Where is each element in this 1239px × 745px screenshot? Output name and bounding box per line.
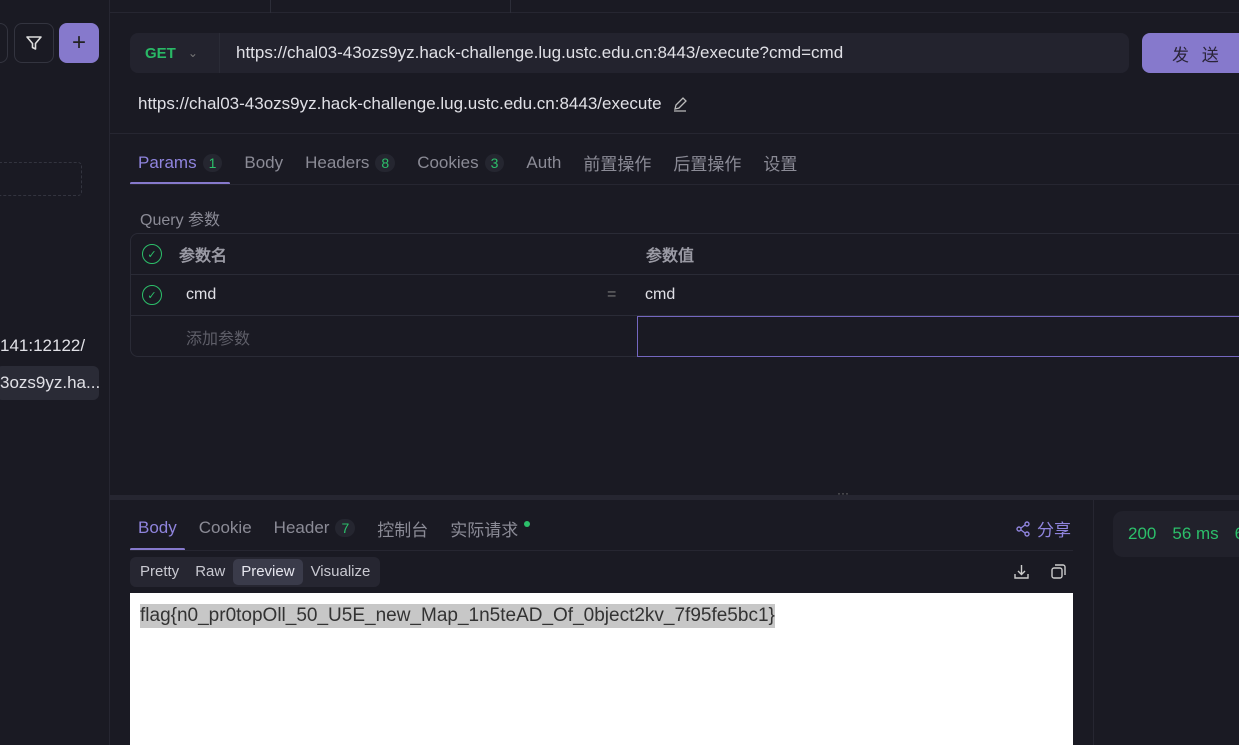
view-pretty[interactable]: Pretty [132,559,187,585]
table-row-new: 添加参数 [131,316,1239,357]
tab-params[interactable]: Params 1 [129,140,231,185]
divider [110,133,1239,134]
check-all-icon[interactable]: ✓ [142,244,162,264]
tab-settings[interactable]: 设置 [763,140,797,185]
tab-label: Cookies [417,152,479,172]
tab-console[interactable]: 控制台 [377,505,428,551]
tab-bar [110,0,1239,13]
sidebar: + 141:12122/ 3ozs9yz.ha... [0,0,110,745]
share-icon [1016,520,1030,537]
send-button[interactable]: 发 送 [1142,33,1239,73]
copy-icon[interactable] [1050,563,1067,580]
status-code: 200 [1128,524,1157,543]
params-table: ✓ 参数名 参数值 ✓ cmd = cmd 添加参数 [130,233,1239,357]
url-bar: GET ⌄ https://chal03-43ozs9yz.hack-challe… [130,33,1129,73]
param-value[interactable]: cmd [645,286,675,304]
drag-dots-icon: ··· [837,486,849,500]
add-param-input[interactable]: 添加参数 [186,325,250,349]
view-raw[interactable]: Raw [187,559,233,585]
request-name: https://chal03-43ozs9yz.hack-challenge.l… [138,94,688,114]
request-name-text: https://chal03-43ozs9yz.hack-challenge.l… [138,94,662,113]
tab-pre-script[interactable]: 前置操作 [583,140,651,185]
response-size: 6 [1235,524,1239,544]
count-badge: 3 [484,153,505,172]
drop-zone [0,162,82,196]
count-badge: 7 [335,519,356,537]
tab-label: Auth [526,152,562,172]
tab-response-body[interactable]: Body [130,505,185,551]
edit-icon[interactable] [672,96,688,112]
tab-label: Cookie [198,518,252,537]
header-value: 参数值 [646,248,695,265]
chevron-down-icon: ⌄ [187,46,198,60]
filter-button[interactable] [14,23,54,63]
sidebar-item[interactable]: 141:12122/ [0,336,85,356]
header-name: 参数名 [179,248,228,265]
count-badge: 1 [202,153,223,172]
tab-post-script[interactable]: 后置操作 [673,140,741,185]
tab-body[interactable]: Body [244,140,283,185]
count-badge: 8 [375,153,396,172]
param-name[interactable]: cmd [186,286,216,304]
tab-auth[interactable]: Auth [526,140,561,185]
method-label: GET [145,44,176,62]
resize-handle[interactable]: ··· [110,486,1239,500]
tab-label: 前置操作 [583,155,652,174]
check-icon[interactable]: ✓ [142,285,162,305]
status-dot [524,521,531,527]
table-row: ✓ cmd = cmd [131,275,1239,316]
param-value-input[interactable] [637,316,1239,357]
query-params-label: Query 参数 [140,212,221,229]
url-input[interactable]: https://chal03-43ozs9yz.hack-challenge.l… [220,43,843,63]
tab-label: Body [244,152,284,172]
tab-headers[interactable]: Headers 8 [305,140,396,185]
tab-actual-request[interactable]: 实际请求 [450,505,531,551]
response-time: 56 ms [1172,524,1219,543]
table-header: ✓ 参数名 参数值 [131,234,1239,275]
method-select[interactable]: GET ⌄ [130,33,220,73]
tab-label: Params [138,152,197,172]
view-preview[interactable]: Preview [233,559,303,585]
equals-sign: = [607,286,617,303]
tab-label: Headers [305,152,370,172]
tab-label: 后置操作 [673,155,742,174]
view-mode-switch: Pretty Raw Preview Visualize [130,557,381,587]
download-icon[interactable] [1013,563,1030,580]
share-label: 分享 [1037,521,1071,540]
divider [130,550,1073,551]
tab-label: Body [138,518,177,537]
response-tabs: Body Cookie Header 7 控制台 实际请求 [130,505,1073,551]
search-input[interactable] [0,23,8,63]
share-button[interactable]: 分享 [1015,516,1071,541]
tab-cookies[interactable]: Cookies 3 [417,140,505,185]
view-visualize[interactable]: Visualize [303,559,379,585]
sidebar-item-active[interactable]: 3ozs9yz.ha... [0,366,99,400]
divider [1093,500,1094,745]
response-status: 200 56 ms 6 [1113,511,1239,557]
tab-response-cookie[interactable]: Cookie [199,505,252,551]
request-tabs: Params 1 Body Headers 8 Cookies 3 Auth 前置操作… [129,140,1239,185]
divider [130,184,1239,185]
tab-label: 实际请求 [450,520,519,540]
tab-divider [510,0,511,13]
filter-icon [26,36,42,50]
tab-label: 控制台 [377,520,429,540]
tab-divider [270,0,271,13]
tab-label: 设置 [763,155,798,174]
new-request-button[interactable]: + [59,23,99,63]
response-body-text: flag{n0_pr0topOll_50_U5E_new_Map_1n5teAD… [140,604,775,628]
tab-response-header[interactable]: Header 7 [274,505,356,551]
tab-label: Header [273,518,330,537]
